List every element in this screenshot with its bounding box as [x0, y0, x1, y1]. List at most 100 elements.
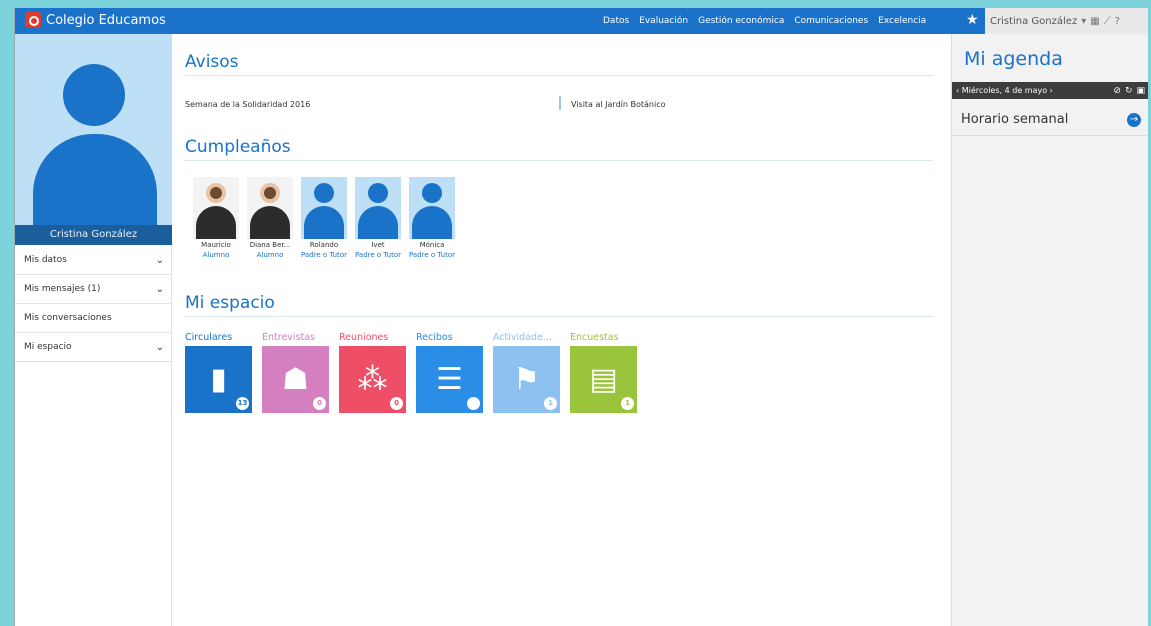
- nav-item-evaluacion[interactable]: Evaluación: [639, 16, 688, 26]
- chart-icon[interactable]: ⟋: [1104, 16, 1111, 27]
- tile-clipboard[interactable]: Encuestas ▤ 1: [570, 332, 637, 413]
- agenda-title: Mi agenda: [964, 48, 1063, 70]
- tile-label: Circulares: [185, 332, 233, 343]
- birthday-person[interactable]: Diana Ber... Alumno: [247, 177, 293, 259]
- app-window: Colegio Educamos Datos Evaluación Gestió…: [14, 8, 1148, 626]
- aviso-item[interactable]: Semana de la Solidaridad 2016: [185, 100, 310, 109]
- horario-semanal-link[interactable]: Horario semanal →: [952, 106, 1148, 136]
- avatar-body: [196, 206, 236, 239]
- tile-button[interactable]: ☰: [416, 346, 483, 413]
- birthday-person[interactable]: Mauricio Alumno: [193, 177, 239, 259]
- sidebar-item-label: Mis datos: [24, 255, 67, 265]
- birthday-role: Padre o Tutor: [409, 251, 455, 259]
- count-badge: [467, 397, 480, 410]
- avatar-placeholder-icon: [409, 177, 455, 239]
- receipt-icon: ☰: [436, 361, 463, 397]
- tile-label: Actividade...: [493, 332, 552, 343]
- birthday-name: Mauricio: [201, 241, 231, 249]
- nav-item-gestion-economica[interactable]: Gestión económica: [698, 16, 784, 26]
- tile-meeting[interactable]: Reuniones ⁂ 0: [339, 332, 406, 413]
- sidebar-item-mis-mensajes[interactable]: Mis mensajes (1) ⌄: [15, 275, 172, 304]
- avatar-placeholder-icon: [355, 177, 401, 239]
- hide-icon[interactable]: ⊘: [1113, 86, 1121, 96]
- sidebar-item-label: Mi espacio: [24, 342, 72, 352]
- person-photo: [193, 177, 239, 239]
- brand-name: Colegio Educamos: [46, 12, 166, 28]
- clipboard-icon: ▤: [589, 361, 618, 397]
- birthday-role: Alumno: [256, 251, 284, 259]
- tile-label: Recibos: [416, 332, 453, 343]
- nav-item-excelencia[interactable]: Excelencia: [878, 16, 926, 26]
- people-icon: ☗: [282, 361, 309, 397]
- top-bar: Colegio Educamos Datos Evaluación Gestió…: [15, 8, 1148, 34]
- avisos-title: Avisos: [185, 52, 933, 76]
- sidebar-item-mis-conversaciones[interactable]: Mis conversaciones: [15, 304, 172, 333]
- user-name: Cristina González: [990, 15, 1078, 27]
- arrow-right-icon: →: [1127, 113, 1141, 127]
- tile-button[interactable]: ▮ 13: [185, 346, 252, 413]
- cumpleanos-title: Cumpleaños: [185, 137, 933, 161]
- avatar-head: [206, 183, 226, 203]
- tile-button[interactable]: ▤ 1: [570, 346, 637, 413]
- nav-item-comunicaciones[interactable]: Comunicaciones: [794, 16, 868, 26]
- user-menu[interactable]: Cristina González ▾ ▦ ⟋ ?: [985, 8, 1148, 34]
- avatar-head: [368, 183, 388, 203]
- avatar-body: [358, 206, 398, 239]
- count-badge: 0: [313, 397, 326, 410]
- nav-item-datos[interactable]: Datos: [603, 16, 629, 26]
- tile-label: Reuniones: [339, 332, 389, 343]
- count-badge: 1: [544, 397, 557, 410]
- birthday-person[interactable]: Ivet Padre o Tutor: [355, 177, 401, 259]
- birthday-person[interactable]: Rolando Padre o Tutor: [301, 177, 347, 259]
- avatar-placeholder-icon: [301, 177, 347, 239]
- profile-name: Cristina González: [15, 225, 172, 245]
- star-icon[interactable]: ★: [966, 12, 979, 28]
- avatar-head: [260, 183, 280, 203]
- aviso-item[interactable]: Visita al Jardín Botánico: [571, 100, 666, 109]
- birthday-name: Diana Ber...: [249, 241, 291, 249]
- avatar-body: [250, 206, 290, 239]
- chevron-down-icon: ⌄: [155, 283, 164, 295]
- main-nav: Datos Evaluación Gestión económica Comun…: [603, 8, 926, 34]
- avatar-placeholder-icon: [63, 64, 125, 126]
- profile-card: Cristina González: [15, 34, 172, 245]
- tile-button[interactable]: ☗ 0: [262, 346, 329, 413]
- chevron-down-icon: ⌄: [155, 254, 164, 266]
- person-photo: [247, 177, 293, 239]
- meeting-icon: ⁂: [357, 361, 388, 397]
- chevron-down-icon: ⌄: [155, 341, 164, 353]
- tile-people[interactable]: Entrevistas ☗ 0: [262, 332, 329, 413]
- avatar-body: [412, 206, 452, 239]
- brand[interactable]: Colegio Educamos: [25, 12, 166, 28]
- birthday-person[interactable]: Mónica Padre o Tutor: [409, 177, 455, 259]
- calendar-grid-icon[interactable]: ▦: [1090, 16, 1099, 27]
- tile-label: Entrevistas: [262, 332, 315, 343]
- tile-document[interactable]: Circulares ▮ 13: [185, 332, 252, 413]
- sidebar-item-mis-datos[interactable]: Mis datos ⌄: [15, 246, 172, 275]
- help-icon[interactable]: ?: [1115, 16, 1120, 27]
- birthday-name: Mónica: [419, 241, 445, 249]
- school-logo-icon: [25, 12, 41, 28]
- count-badge: 1: [621, 397, 634, 410]
- avatar-head: [422, 183, 442, 203]
- tile-button[interactable]: ⚑ 1: [493, 346, 560, 413]
- calendar-icon[interactable]: ▣: [1136, 86, 1145, 96]
- refresh-icon[interactable]: ↻: [1125, 86, 1133, 96]
- sidebar-item-mi-espacio[interactable]: Mi espacio ⌄: [15, 333, 172, 362]
- avatar-body: [304, 206, 344, 239]
- birthday-role: Padre o Tutor: [355, 251, 401, 259]
- birthday-role: Padre o Tutor: [301, 251, 347, 259]
- mi-espacio-tiles: Circulares ▮ 13 Entrevistas ☗ 0 Reuniones ⁂ 0 Rec…: [185, 332, 637, 413]
- agenda-date-nav[interactable]: ‹ Miércoles, 4 de mayo ›: [956, 86, 1053, 95]
- agenda-date-bar: ‹ Miércoles, 4 de mayo › ⊘ ↻ ▣: [952, 82, 1148, 99]
- tile-button[interactable]: ⁂ 0: [339, 346, 406, 413]
- birthday-name: Rolando: [309, 241, 339, 249]
- agenda-date: Miércoles, 4 de mayo: [961, 86, 1048, 95]
- agenda-panel: Mi agenda ‹ Miércoles, 4 de mayo › ⊘ ↻ ▣…: [951, 34, 1148, 626]
- document-icon: ▮: [210, 361, 227, 397]
- sidebar-item-label: Mis mensajes (1): [24, 284, 101, 294]
- tile-activity[interactable]: Actividade... ⚑ 1: [493, 332, 560, 413]
- count-badge: 0: [390, 397, 403, 410]
- birthday-list: Mauricio Alumno Diana Ber... Alumno Rolando P…: [193, 177, 455, 259]
- tile-receipt[interactable]: Recibos ☰: [416, 332, 483, 413]
